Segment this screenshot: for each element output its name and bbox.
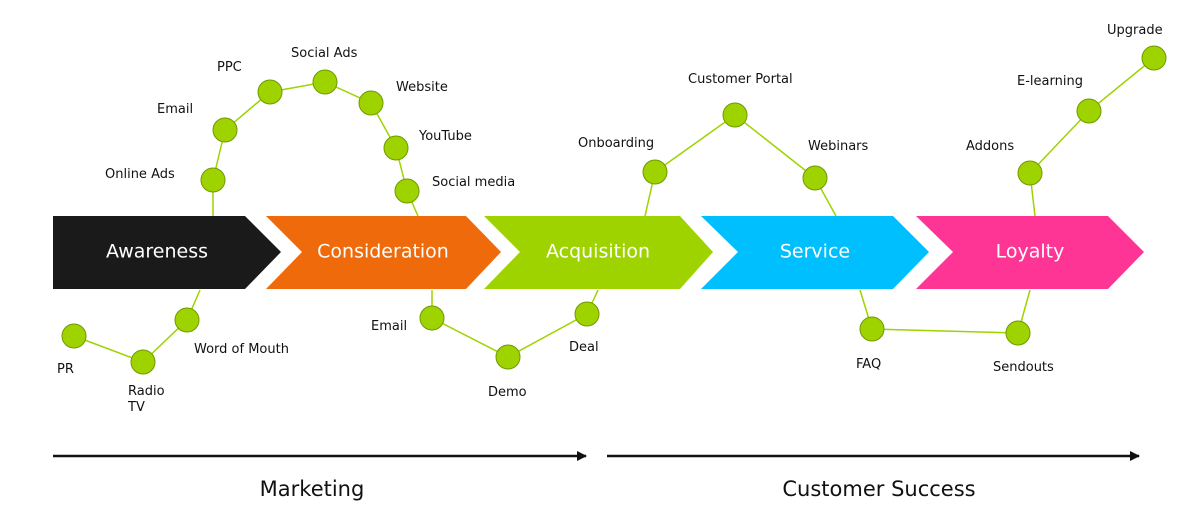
node-word-of-mouth [174, 307, 200, 333]
stage-loyalty: Loyalty [916, 216, 1144, 289]
label-website: Website [396, 80, 448, 95]
label-deal: Deal [569, 340, 599, 355]
label-faq: FAQ [856, 357, 881, 372]
label-addons: Addons [966, 139, 1014, 154]
node-email-top [212, 117, 238, 143]
stage-service: Service [701, 216, 929, 289]
label-social-ads: Social Ads [291, 46, 358, 61]
service-bottom-path [859, 289, 1031, 334]
phase-label: Marketing [260, 477, 365, 501]
node-social-ads [312, 69, 338, 95]
label-online-ads: Online Ads [105, 167, 175, 182]
node-e-learning [1076, 98, 1102, 124]
label-tv: TV [127, 400, 145, 415]
node-ppc [257, 79, 283, 105]
label-sendouts: Sendouts [993, 360, 1054, 375]
label-ppc: PPC [217, 60, 242, 75]
label-email-bottom: Email [371, 319, 407, 334]
stage-label: Loyalty [996, 241, 1065, 263]
stage-label: Acquisition [546, 241, 650, 263]
label-word-of-mouth: Word of Mouth [194, 342, 289, 357]
node-radio-tv [130, 349, 156, 375]
label-social-media: Social media [432, 175, 515, 190]
stage-acquisition: Acquisition [484, 216, 713, 289]
node-email-bottom [419, 305, 445, 331]
label-upgrade: Upgrade [1107, 23, 1163, 38]
connections [73, 57, 1155, 363]
acquisition-top-path [644, 114, 837, 217]
label-customer-portal: Customer Portal [688, 72, 793, 87]
node-youtube [383, 135, 409, 161]
nodes [61, 45, 1167, 375]
node-pr [61, 323, 87, 349]
label-radio: Radio [128, 384, 165, 399]
node-sendouts [1005, 320, 1031, 346]
node-upgrade [1141, 45, 1167, 71]
node-customer-portal [722, 102, 748, 128]
label-email-top: Email [157, 102, 193, 117]
label-webinars: Webinars [808, 139, 869, 154]
node-onboarding [642, 159, 668, 185]
stage-label: Awareness [106, 241, 208, 263]
customer-journey-diagram: Awareness Consideration Acquisition Serv… [53, 23, 1167, 501]
phase-label: Customer Success [782, 477, 975, 501]
stage-awareness: Awareness [53, 216, 281, 289]
stage-label: Service [780, 241, 850, 263]
label-e-learning: E-learning [1017, 74, 1083, 89]
node-addons [1017, 160, 1043, 186]
node-deal [574, 301, 600, 327]
node-website [358, 90, 384, 116]
node-webinars [802, 165, 828, 191]
phase-marketing: Marketing [53, 451, 587, 501]
node-faq [859, 316, 885, 342]
stage-label: Consideration [317, 241, 449, 263]
label-youtube: YouTube [418, 129, 472, 144]
label-demo: Demo [488, 385, 527, 400]
node-demo [495, 344, 521, 370]
node-social-media [394, 178, 420, 204]
node-online-ads [200, 167, 226, 193]
label-pr: PR [57, 362, 74, 377]
phase-customer-success: Customer Success [607, 451, 1140, 501]
label-onboarding: Onboarding [578, 136, 654, 151]
stage-consideration: Consideration [266, 216, 501, 289]
